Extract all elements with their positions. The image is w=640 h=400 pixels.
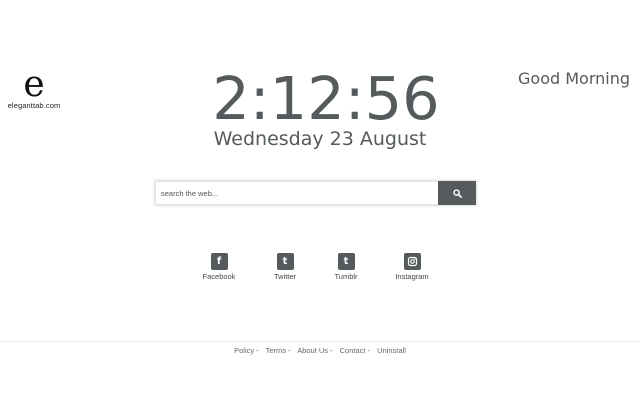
- social-facebook[interactable]: f Facebook: [189, 253, 249, 281]
- footer-link-about-us[interactable]: About Us: [297, 346, 328, 355]
- search-icon: [452, 188, 462, 198]
- footer: Policy - Terms - About Us - Contact - Uninst…: [0, 346, 640, 355]
- clock-date: Wednesday 23 August: [213, 128, 427, 150]
- footer-link-policy[interactable]: Policy: [234, 346, 254, 355]
- clock-time: 2:12:56: [212, 64, 440, 133]
- footer-link-uninstall[interactable]: Uninstall: [377, 346, 406, 355]
- facebook-icon: f: [210, 253, 228, 270]
- search-input[interactable]: [155, 181, 438, 205]
- twitter-icon: t: [276, 253, 294, 270]
- social-twitter[interactable]: t Twitter: [255, 253, 315, 281]
- search-form: [155, 181, 476, 205]
- footer-separator: -: [288, 346, 291, 355]
- instagram-icon: [403, 253, 421, 270]
- social-label: Instagram: [395, 272, 429, 281]
- footer-link-terms[interactable]: Terms: [266, 346, 286, 355]
- social-label: Facebook: [202, 272, 236, 281]
- tumblr-icon: t: [337, 253, 355, 270]
- social-instagram[interactable]: Instagram: [382, 253, 442, 281]
- social-label: Twitter: [273, 272, 297, 281]
- footer-divider: [0, 341, 640, 342]
- social-label: Tumblr: [334, 272, 358, 281]
- footer-separator: -: [256, 346, 259, 355]
- footer-separator: -: [367, 346, 371, 355]
- search-button[interactable]: [438, 181, 476, 205]
- footer-link-contact[interactable]: Contact: [340, 346, 366, 355]
- social-tumblr[interactable]: t Tumblr: [316, 253, 376, 281]
- footer-separator: -: [330, 346, 333, 355]
- new-tab-page: e eleganttab.com Good Morning 2:12:56 We…: [0, 0, 640, 400]
